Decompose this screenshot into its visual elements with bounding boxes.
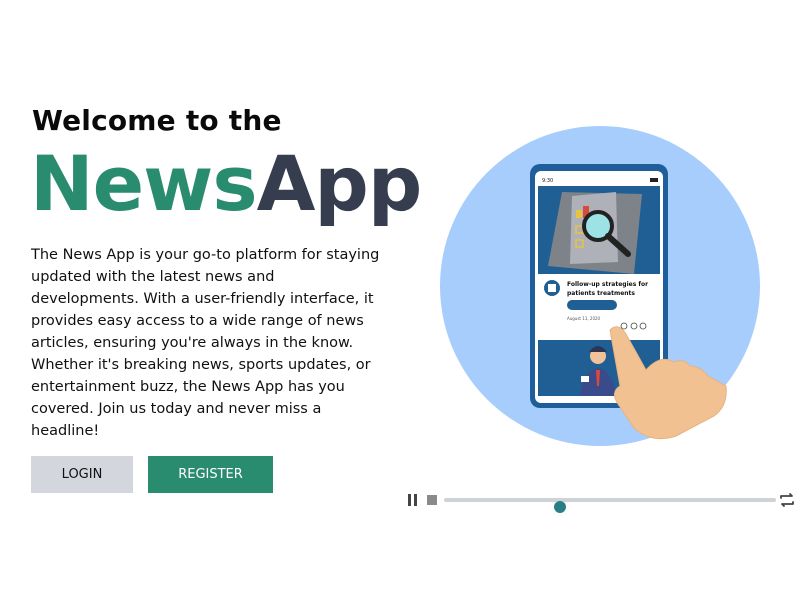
article-date: August 11, 2020	[567, 316, 601, 321]
progress-track[interactable]	[444, 498, 776, 513]
welcome-heading: Welcome to the	[32, 104, 282, 137]
progress-thumb[interactable]	[554, 501, 567, 513]
app-brand-title: NewsApp	[30, 146, 422, 222]
phone-illustration: 9:30 Follow-up strategies for patients t…	[440, 126, 760, 446]
media-player	[404, 490, 800, 513]
article-title-line2: patients treatments	[567, 290, 635, 297]
app-description: The News App is your go-to platform for …	[31, 247, 380, 439]
article-read-button	[567, 300, 617, 310]
article-title-line1: Follow-up strategies for	[567, 281, 648, 288]
login-button[interactable]: LOGIN	[31, 456, 133, 493]
phone-time: 9:30	[542, 178, 553, 184]
stop-icon[interactable]	[427, 495, 437, 505]
brand-app: App	[256, 139, 423, 228]
loop-icon[interactable]	[778, 491, 796, 509]
pause-icon[interactable]	[408, 494, 418, 506]
brand-news: News	[30, 139, 258, 228]
register-button[interactable]: REGISTER	[148, 456, 273, 493]
